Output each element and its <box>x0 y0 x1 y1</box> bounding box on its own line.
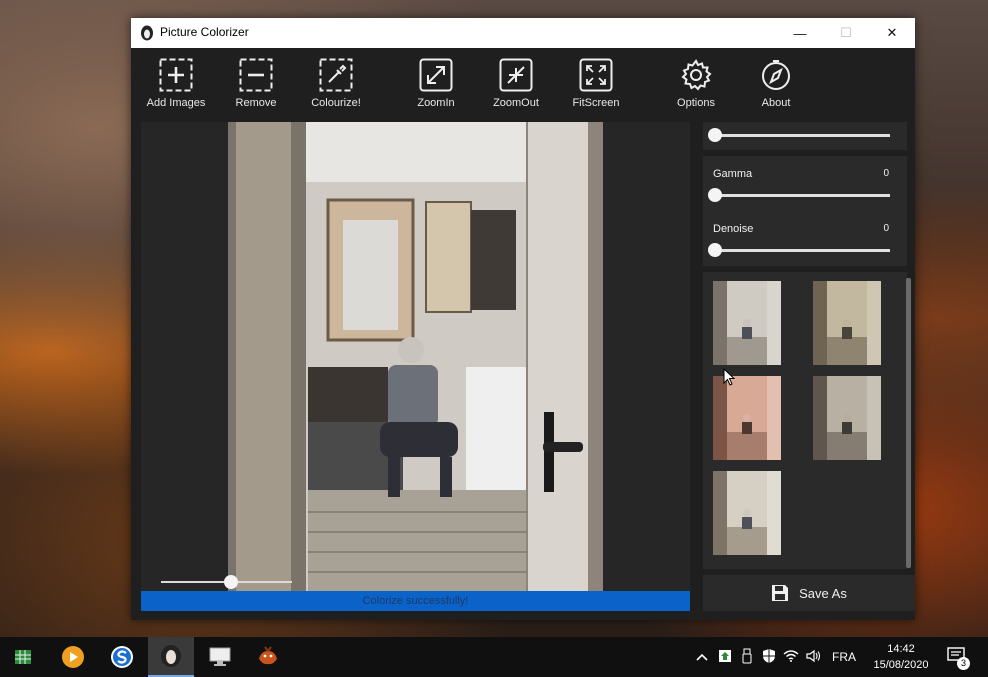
thumbnail-1[interactable] <box>713 281 781 365</box>
thumbnail-4[interactable] <box>813 376 881 460</box>
zoom-out-label: ZoomOut <box>493 97 539 109</box>
taskbar-app-3[interactable] <box>99 637 145 677</box>
clock-time: 14:42 <box>887 643 915 655</box>
add-images-label: Add Images <box>146 97 206 109</box>
toolbar: Add Images Remove Colourize! ZoomIn Zoom… <box>131 48 915 122</box>
taskbar: FRA 14:42 15/08/2020 3 <box>0 637 988 677</box>
taskbar-app-5[interactable] <box>197 637 243 677</box>
title-bar: Picture Colorizer — ☐ ✕ <box>131 18 915 48</box>
maximize-button[interactable]: ☐ <box>823 18 869 48</box>
app-logo-icon <box>141 25 153 41</box>
gamma-slider-track <box>715 194 890 197</box>
preview-image[interactable] <box>228 122 603 592</box>
top-slider-section <box>703 122 907 150</box>
zoom-in-label: ZoomIn <box>417 97 455 109</box>
denoise-value: 0 <box>883 223 889 234</box>
fit-screen-button[interactable]: FitScreen <box>558 58 634 118</box>
colourize-button[interactable]: Colourize! <box>298 58 374 118</box>
add-images-button[interactable]: Add Images <box>138 58 214 118</box>
taskbar-app-2[interactable] <box>50 637 96 677</box>
media-player-icon <box>62 646 84 668</box>
clock-date: 15/08/2020 <box>873 659 929 671</box>
taskbar-clock[interactable]: 14:42 15/08/2020 <box>866 641 936 673</box>
kitchen-photo-illustration <box>228 122 603 592</box>
denoise-slider-thumb[interactable] <box>708 243 722 257</box>
adjustments-panel: Gamma 0 Denoise 0 <box>703 122 915 612</box>
portrait-app-icon <box>161 645 181 667</box>
wifi-icon[interactable] <box>780 649 802 666</box>
system-tray: FRA <box>692 637 856 677</box>
security-shield-icon[interactable] <box>758 648 780 667</box>
action-center-button[interactable]: 3 <box>944 645 970 671</box>
gamma-value: 0 <box>883 168 889 179</box>
minus-square-icon <box>239 58 273 92</box>
about-button[interactable]: About <box>738 58 814 118</box>
zoom-slider[interactable] <box>161 575 292 589</box>
remove-button[interactable]: Remove <box>218 58 294 118</box>
input-language-indicator[interactable]: FRA <box>832 650 856 664</box>
floppy-disk-icon <box>772 585 789 601</box>
show-hidden-icons-chevron-up-icon[interactable] <box>692 650 712 664</box>
minimize-button[interactable]: — <box>777 18 823 48</box>
result-thumbnails <box>703 272 907 569</box>
thumbnail-4-image <box>813 376 881 460</box>
thumbnail-1-image <box>713 281 781 365</box>
s-logo-icon <box>111 646 133 668</box>
options-label: Options <box>677 97 715 109</box>
eyedropper-icon <box>319 58 353 92</box>
thumbnail-5[interactable] <box>713 471 781 555</box>
image-preview-panel <box>141 122 690 592</box>
thumbnail-2[interactable] <box>813 281 881 365</box>
top-slider-thumb[interactable] <box>708 128 722 142</box>
thumbnail-2-image <box>813 281 881 365</box>
fit-screen-icon <box>579 58 613 92</box>
fit-screen-label: FitScreen <box>572 97 620 109</box>
gamma-denoise-section: Gamma 0 Denoise 0 <box>703 156 907 266</box>
taskbar-picture-colorizer[interactable] <box>148 637 194 677</box>
zoom-in-button[interactable]: ZoomIn <box>398 58 474 118</box>
window-title: Picture Colorizer <box>160 25 249 39</box>
app-window: Picture Colorizer — ☐ ✕ Add Images Remov… <box>131 18 915 620</box>
zoom-out-icon <box>499 58 533 92</box>
denoise-slider-track <box>715 249 890 252</box>
gamma-slider-thumb[interactable] <box>708 188 722 202</box>
compass-icon <box>762 60 790 90</box>
usb-drive-icon[interactable] <box>736 648 758 667</box>
gear-icon <box>681 59 712 91</box>
home-upload-icon[interactable] <box>714 649 736 666</box>
taskbar-app-6[interactable] <box>245 637 291 677</box>
colourize-label: Colourize! <box>311 97 361 109</box>
denoise-label: Denoise <box>713 223 754 235</box>
top-slider-track <box>715 134 890 137</box>
save-as-label: Save As <box>799 585 847 601</box>
creature-icon <box>259 646 277 665</box>
gamma-label: Gamma <box>713 168 753 180</box>
monitor-icon <box>209 647 231 666</box>
thumbnail-3[interactable] <box>713 376 781 460</box>
plus-square-icon <box>159 58 193 92</box>
remove-label: Remove <box>235 97 277 109</box>
volume-speaker-icon[interactable] <box>802 649 824 666</box>
save-as-button[interactable]: Save As <box>703 575 915 611</box>
thumbnails-scrollbar[interactable] <box>906 278 911 568</box>
zoom-out-button[interactable]: ZoomOut <box>478 58 554 118</box>
zoom-slider-thumb[interactable] <box>224 575 238 589</box>
options-button[interactable]: Options <box>658 58 734 118</box>
thumbnail-5-image <box>713 471 781 555</box>
close-button[interactable]: ✕ <box>869 18 915 48</box>
notification-count-badge: 3 <box>957 657 970 670</box>
mouse-cursor-icon <box>723 368 735 386</box>
status-progress-bar: Colorize successfully! <box>141 591 690 611</box>
spreadsheet-icon <box>15 650 31 664</box>
thumbnail-3-image <box>713 376 781 460</box>
taskbar-app-1[interactable] <box>0 637 46 677</box>
zoom-in-icon <box>419 58 453 92</box>
about-label: About <box>761 97 791 109</box>
